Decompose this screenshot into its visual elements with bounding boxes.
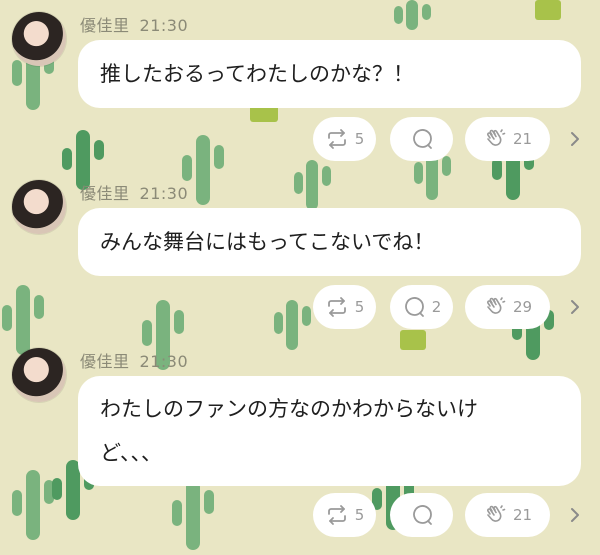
clap-count: 29 (512, 298, 533, 316)
message-bubble: わたしのファンの方なのかわからないけ ど、、、 (78, 376, 581, 486)
message-bubble: みんな舞台にはもってこないでね！ (78, 208, 581, 276)
chevron-right-icon (571, 132, 579, 146)
chevron-right-icon (571, 300, 579, 314)
message-meta: 優佳里 21:30 (80, 12, 188, 36)
timestamp: 21:30 (139, 184, 189, 203)
repost-count: 5 (354, 130, 365, 148)
avatar[interactable] (12, 12, 66, 66)
comment-button[interactable] (390, 117, 453, 161)
timestamp: 21:30 (139, 352, 189, 371)
more-chevron[interactable] (566, 493, 584, 537)
message-text-line: わたしのファンの方なのかわからないけ (100, 397, 478, 421)
repost-icon (327, 129, 346, 149)
comment-button[interactable] (390, 493, 453, 537)
message-text: みんな舞台にはもってこないでね！ (100, 230, 435, 254)
clap-count: 21 (512, 130, 533, 148)
repost-button[interactable]: 5 (313, 117, 376, 161)
clap-count: 21 (512, 506, 533, 524)
repost-icon (327, 505, 346, 525)
comment-count: 2 (431, 298, 442, 316)
clap-button[interactable]: 21 (465, 117, 550, 161)
comment-icon (412, 505, 432, 525)
message-1: 優佳里 21:30 推したおるってわたしのかな？！ 5 21 (0, 0, 600, 170)
message-2: 優佳里 21:30 みんな舞台にはもってこないでね！ 5 2 29 (0, 168, 600, 338)
comment-icon (412, 129, 432, 149)
repost-count: 5 (354, 506, 365, 524)
message-text: 推したおるってわたしのかな？！ (100, 62, 414, 86)
clap-icon (486, 129, 506, 146)
avatar[interactable] (12, 180, 66, 234)
author-name: 優佳里 (80, 16, 130, 35)
clap-button[interactable]: 29 (465, 285, 550, 329)
message-bubble: 推したおるってわたしのかな？！ (78, 40, 581, 108)
comment-button[interactable]: 2 (390, 285, 453, 329)
message-text-line: ど、、、 (100, 441, 162, 465)
repost-icon (327, 297, 346, 317)
clap-icon (486, 297, 506, 314)
repost-count: 5 (354, 298, 365, 316)
repost-button[interactable]: 5 (313, 493, 376, 537)
repost-button[interactable]: 5 (313, 285, 376, 329)
comment-icon (404, 297, 424, 317)
timestamp: 21:30 (139, 16, 189, 35)
clap-icon (486, 505, 506, 522)
message-actions: 5 21 (0, 117, 600, 161)
message-actions: 5 21 (0, 493, 600, 537)
message-3: 優佳里 21:30 わたしのファンの方なのかわからないけ ど、、、 5 21 (0, 336, 600, 555)
more-chevron[interactable] (566, 117, 584, 161)
author-name: 優佳里 (80, 352, 130, 371)
clap-button[interactable]: 21 (465, 493, 550, 537)
author-name: 優佳里 (80, 184, 130, 203)
more-chevron[interactable] (566, 285, 584, 329)
avatar[interactable] (12, 348, 66, 402)
message-meta: 優佳里 21:30 (80, 180, 188, 204)
chevron-right-icon (571, 508, 579, 522)
message-actions: 5 2 29 (0, 285, 600, 329)
message-meta: 優佳里 21:30 (80, 348, 188, 372)
